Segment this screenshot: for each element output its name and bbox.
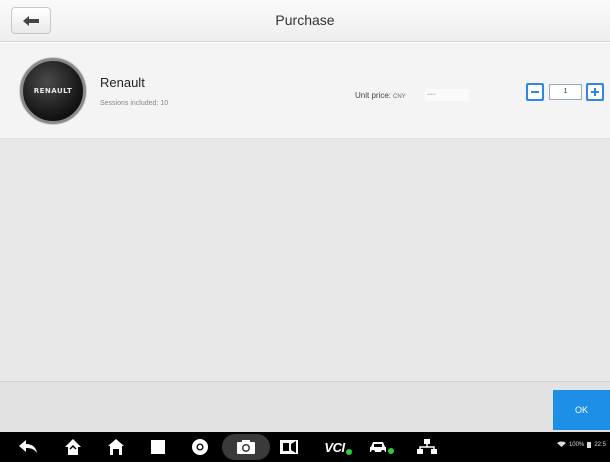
chrome-icon[interactable]	[189, 436, 211, 458]
renault-logo: RENAULT	[20, 58, 86, 124]
footer-bar: OK	[0, 381, 610, 432]
camera-icon[interactable]	[234, 436, 258, 458]
home-icon[interactable]	[62, 436, 84, 458]
car-icon[interactable]	[367, 436, 395, 458]
back-icon[interactable]	[16, 436, 40, 458]
battery-icon	[587, 442, 592, 448]
title-bar: Purchase	[0, 0, 610, 42]
wifi-icon	[556, 441, 566, 447]
currency-label: CNY	[393, 94, 406, 100]
content-area: RENAULT Renault Sessions included: 10 Un…	[0, 43, 610, 381]
quantity-decrease-button[interactable]	[526, 83, 544, 101]
quantity-input[interactable]: 1	[549, 84, 582, 100]
house-icon[interactable]	[105, 436, 127, 458]
square-icon[interactable]	[147, 436, 169, 458]
quantity-increase-button[interactable]	[586, 83, 604, 101]
logo-text: RENAULT	[33, 87, 73, 95]
page-title: Purchase	[275, 12, 335, 28]
system-navigation-bar: VCI 100% 22:5	[0, 432, 610, 462]
status-area: 100% 22:5	[556, 441, 606, 448]
video-icon[interactable]	[277, 436, 301, 458]
unit-price-label: Unit price: CNY	[355, 91, 406, 100]
minus-icon	[528, 85, 542, 99]
clock: 22:5	[594, 441, 606, 448]
unit-price-value: •••••	[425, 89, 469, 101]
plus-icon	[588, 85, 602, 99]
unit-price-text: Unit price:	[355, 91, 392, 100]
vci-label: VCI	[324, 439, 345, 455]
sessions-included: Sessions included: 10	[100, 100, 169, 107]
product-name: Renault	[100, 75, 145, 90]
car-status-dot	[388, 448, 394, 454]
battery-percent: 100%	[568, 441, 585, 448]
network-icon[interactable]	[414, 436, 440, 458]
vci-status-dot	[345, 448, 352, 455]
product-row: RENAULT Renault Sessions included: 10 Un…	[0, 43, 610, 139]
vci-icon[interactable]: VCI	[321, 436, 355, 458]
ok-button[interactable]: OK	[553, 390, 610, 430]
